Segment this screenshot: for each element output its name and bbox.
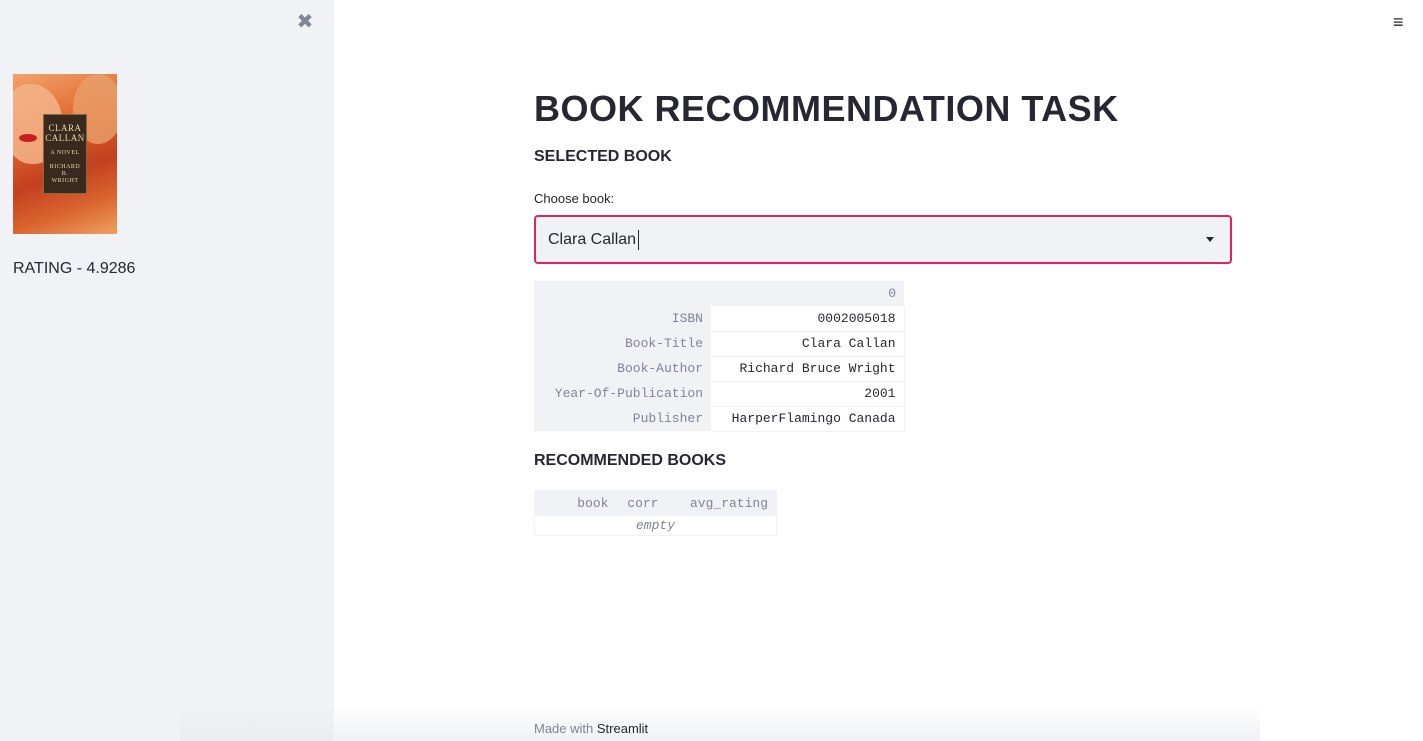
text-caret [638, 229, 640, 250]
footer: Made with Streamlit [534, 721, 648, 736]
column-header: book [534, 490, 617, 516]
book-select[interactable]: Clara Callan [534, 215, 1232, 264]
book-select-value: Clara Callan [548, 230, 637, 248]
sidebar: ✖ CLARA CALLAN A NOVEL RICHARD B. WRIGHT… [0, 0, 334, 741]
table-row: Book-Title Clara Callan [534, 331, 905, 357]
rating-text: RATING - 4.9286 [13, 260, 136, 277]
cover-title-panel: CLARA CALLAN A NOVEL RICHARD B. WRIGHT [43, 114, 87, 194]
chevron-down-icon[interactable] [1206, 237, 1214, 242]
streamlit-link[interactable]: Streamlit [597, 721, 648, 736]
book-cover-image: CLARA CALLAN A NOVEL RICHARD B. WRIGHT [13, 74, 117, 234]
row-index: Book-Author [534, 356, 711, 381]
table-row: Year-Of-Publication 2001 [534, 381, 905, 407]
column-header: corr [616, 490, 667, 516]
row-index: Book-Title [534, 331, 711, 356]
recommended-books-table: book corr avg_rating empty [534, 490, 777, 536]
row-value: HarperFlamingo Canada [711, 406, 905, 432]
menu-icon[interactable]: ≡ [1393, 13, 1409, 31]
selected-book-heading: SELECTED BOOK [534, 148, 672, 165]
table-row: Book-Author Richard Bruce Wright [534, 356, 905, 382]
column-header: 0 [711, 281, 904, 306]
row-value: Richard Bruce Wright [711, 356, 905, 382]
row-index: ISBN [534, 306, 711, 331]
column-header: avg_rating [666, 490, 777, 516]
footer-prefix: Made with [534, 721, 594, 736]
row-value: 2001 [711, 381, 905, 407]
selected-book-table: 0 ISBN 0002005018 Book-Title Clara Calla… [534, 281, 905, 432]
empty-placeholder: empty [534, 515, 777, 536]
row-index: Publisher [534, 406, 711, 431]
row-value: 0002005018 [711, 306, 905, 332]
recommended-books-heading: RECOMMENDED BOOKS [534, 452, 727, 469]
row-value: Clara Callan [711, 331, 905, 357]
page-title: BOOK RECOMMENDATION TASK [534, 88, 1119, 129]
table-row: ISBN 0002005018 [534, 306, 905, 332]
close-sidebar-icon[interactable]: ✖ [295, 12, 315, 32]
row-index: Year-Of-Publication [534, 381, 711, 406]
table-row: Publisher HarperFlamingo Canada [534, 406, 905, 432]
choose-book-label: Choose book: [534, 191, 615, 206]
